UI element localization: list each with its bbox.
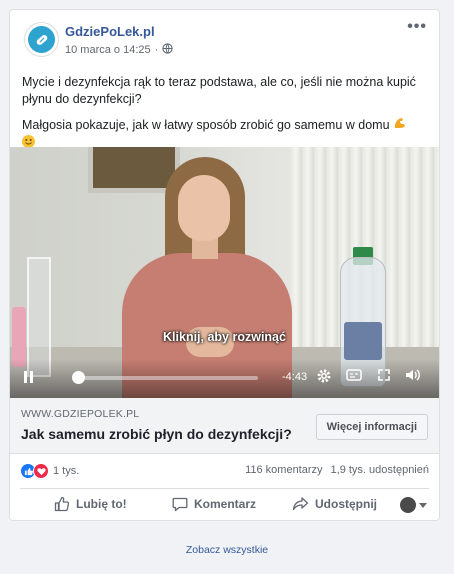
volume-icon[interactable] bbox=[404, 368, 422, 386]
chevron-down-icon bbox=[419, 502, 427, 508]
captions-icon[interactable] bbox=[345, 368, 363, 386]
love-reaction-icon bbox=[33, 463, 49, 479]
comment-button-label: Komentarz bbox=[194, 497, 257, 511]
page-avatar[interactable] bbox=[24, 22, 59, 57]
fullscreen-icon[interactable] bbox=[375, 368, 393, 386]
share-button[interactable]: Udostępnij bbox=[292, 496, 377, 512]
more-info-button[interactable]: Więcej informacji bbox=[315, 414, 428, 440]
post-text-line2: Małgosia pokazuje, jak w łatwy sposób zr… bbox=[22, 116, 428, 151]
post-text-line2-content: Małgosia pokazuje, jak w łatwy sposób zr… bbox=[22, 118, 390, 132]
flexed-biceps-emoji-icon bbox=[393, 116, 407, 134]
more-options-icon[interactable]: ••• bbox=[407, 18, 427, 36]
video-seek-bar[interactable] bbox=[74, 376, 258, 380]
reactions-count: 1 tys. bbox=[53, 465, 80, 477]
globe-icon[interactable] bbox=[162, 43, 173, 57]
like-button-label: Lubię to! bbox=[76, 497, 127, 511]
see-all-link[interactable]: Zobacz wszystkie bbox=[0, 544, 454, 556]
post-text-line1: Mycie i dezynfekcja rąk to teraz podstaw… bbox=[22, 75, 416, 106]
thumbs-up-icon bbox=[54, 496, 70, 512]
like-button[interactable]: Lubię to! bbox=[54, 496, 127, 512]
shares-count-link[interactable]: 1,9 tys. udostępnień bbox=[331, 464, 429, 476]
post-stats: 1 tys. 116 komentarzy 1,9 tys. udostępni… bbox=[20, 456, 429, 486]
share-icon bbox=[292, 497, 309, 511]
video-player[interactable]: Kliknij, aby rozwinąć -4:43 bbox=[10, 147, 439, 398]
video-expand-caption[interactable]: Kliknij, aby rozwinąć bbox=[10, 330, 439, 344]
post-card: GdziePoLek.pl 10 marca o 14:25 · ••• Myc… bbox=[9, 9, 440, 521]
link-domain: WWW.GDZIEPOLEK.PL bbox=[21, 408, 140, 420]
page-name-link[interactable]: GdziePoLek.pl bbox=[65, 24, 155, 39]
post-as-selector[interactable] bbox=[400, 497, 427, 513]
video-seek-handle[interactable] bbox=[71, 371, 85, 384]
settings-icon[interactable] bbox=[315, 368, 333, 386]
comment-icon bbox=[172, 497, 188, 512]
link-preview[interactable]: WWW.GDZIEPOLEK.PL Jak samemu zrobić płyn… bbox=[10, 398, 439, 454]
link-title[interactable]: Jak samemu zrobić płyn do dezynfekcji? bbox=[21, 426, 292, 442]
comments-count-link[interactable]: 116 komentarzy bbox=[245, 464, 322, 476]
reactions-summary[interactable]: 1 tys. bbox=[20, 463, 79, 479]
pill-logo-icon bbox=[28, 26, 55, 53]
post-meta: 10 marca o 14:25 · bbox=[65, 43, 173, 57]
divider bbox=[20, 488, 429, 489]
post-timestamp[interactable]: 10 marca o 14:25 bbox=[65, 44, 151, 56]
comment-button[interactable]: Komentarz bbox=[172, 496, 256, 512]
action-bar: Lubię to! Komentarz Udostępnij bbox=[20, 490, 429, 520]
pause-icon[interactable] bbox=[24, 371, 38, 385]
post-header: GdziePoLek.pl 10 marca o 14:25 · ••• bbox=[10, 10, 439, 68]
user-avatar bbox=[400, 497, 416, 513]
separator-dot: · bbox=[154, 44, 159, 56]
video-presenter-face bbox=[178, 175, 230, 241]
share-button-label: Udostępnij bbox=[315, 497, 377, 511]
stats-right: 116 komentarzy 1,9 tys. udostępnień bbox=[245, 464, 429, 476]
video-time-remaining: -4:43 bbox=[282, 371, 308, 383]
